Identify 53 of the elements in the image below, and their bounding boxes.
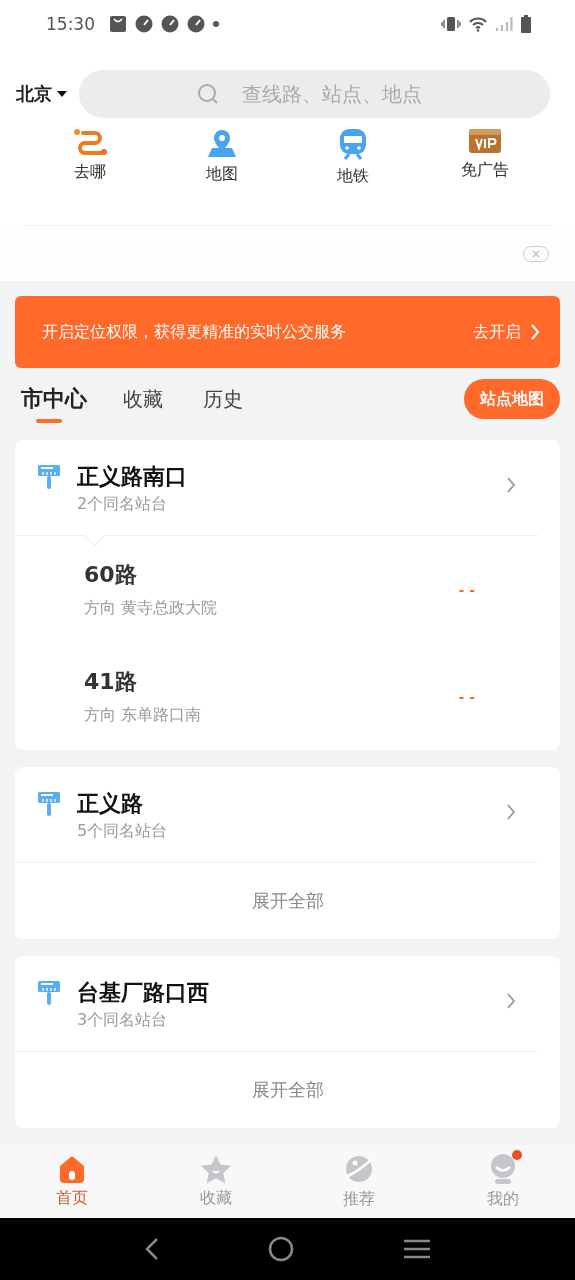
chevron-right-icon [531,324,540,341]
status-time: 15:30 [46,14,95,34]
station-subtitle: 3个同名站台 [77,1010,169,1031]
arrival-time: - - [458,581,475,598]
station-subtitle: 2个同名站台 [77,494,169,515]
caret-icon [57,91,67,97]
route-name: 60路 [84,561,138,589]
route-icon [72,128,107,156]
station-name: 正义路 [77,790,144,818]
tab[interactable]: 市中心 [21,379,87,420]
bus-stop-icon [37,464,61,490]
search-icon [197,83,219,105]
nav-tab[interactable]: 首页 [0,1145,144,1218]
banner-text: 开启定位权限，获得更精准的实时公交服务 [42,321,346,343]
gauge-icon [135,15,153,33]
gauge-icon [187,15,205,33]
close-icon[interactable] [523,245,549,262]
bus-stop-icon [37,791,61,817]
vip-ticket-icon [469,128,502,154]
expand-all-button[interactable]: 展开全部 [15,1052,560,1128]
tab[interactable]: 历史 [203,379,243,420]
signal-icon [495,16,513,32]
chevron-right-icon[interactable] [506,476,516,494]
back-icon[interactable] [144,1237,159,1261]
gauge-icon [161,15,179,33]
wifi-icon [469,16,487,32]
train-icon [339,128,368,160]
search-field[interactable]: 查线路、站点、地点 [79,70,550,118]
map-pin-icon [207,128,236,158]
shortcut-button[interactable]: 去哪 [24,128,156,198]
bus-stop-icon [37,980,61,1006]
chevron-right-icon[interactable] [506,803,516,821]
station-name: 正义路南口 [77,463,188,491]
shortcut-button[interactable]: 地图 [155,128,288,198]
menu-icon[interactable] [404,1239,431,1259]
dot-icon [213,21,219,27]
expand-all-button[interactable]: 展开全部 [15,863,560,939]
route-direction: 方向 东单路口南 [84,705,203,726]
home-button-icon[interactable] [268,1236,295,1262]
bag-icon [109,15,127,33]
route-direction: 方向 黄寺总政大院 [84,598,219,619]
tab[interactable]: 收藏 [123,379,163,420]
battery-icon [521,15,531,33]
station-name: 台基厂路口西 [77,979,210,1007]
station-subtitle: 5个同名站台 [77,821,169,842]
shortcut-button[interactable]: 地铁 [287,128,420,198]
arrival-time: - - [458,688,475,705]
vibrate-icon [441,16,461,32]
star-icon [199,1154,232,1184]
route-name: 41路 [84,668,138,696]
city-selector[interactable]: 北京 [16,82,67,106]
shortcut-button[interactable]: 免广告 [419,128,551,198]
chevron-right-icon[interactable] [506,992,516,1010]
